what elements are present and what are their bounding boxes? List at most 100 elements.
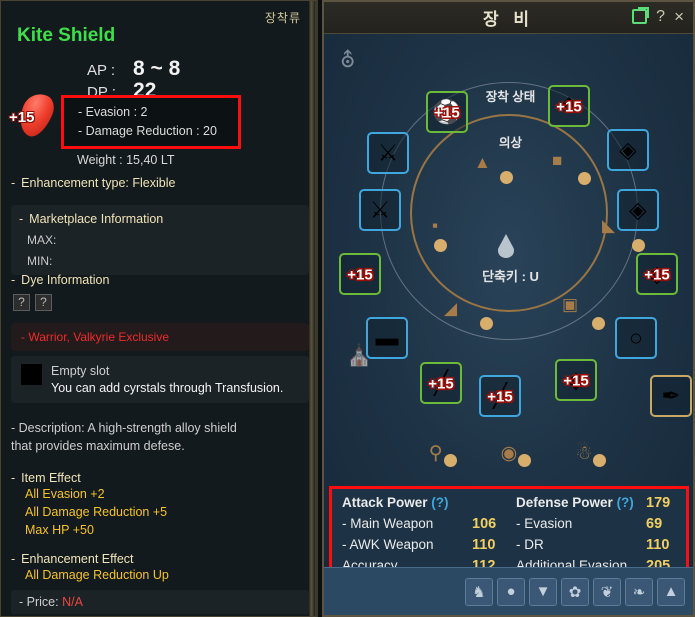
- equipment-window: 장 비 ? × 장착 상태 의상 ▲ ■ ▪ ◣ ◢ ▣ 단축키: U ⛢ ⛪…: [322, 0, 695, 617]
- sword-icon: ⚔: [377, 139, 399, 166]
- category-button-fairy[interactable]: ❦: [593, 577, 621, 606]
- slot-ring-two[interactable]: ◈ +15: [636, 253, 678, 295]
- crown-icon: ◈: [619, 136, 637, 163]
- stat-label: Additional Evasion: [516, 558, 628, 567]
- stats-annotation-box: Attack Power (?) - Main Weapon 106 - AWK…: [329, 486, 689, 567]
- slot-shield[interactable]: ◆ +15: [555, 359, 597, 401]
- slot-shoes[interactable]: ▪ +15: [339, 253, 381, 295]
- costume-dot: [434, 239, 447, 252]
- enhancement-effect-0: All Damage Reduction Up: [25, 568, 169, 582]
- slot-badge: +15: [434, 104, 460, 122]
- defense-power-column: Defense Power (?) 179 - Evasion 69 - DR …: [512, 495, 686, 567]
- enhancement-effect-header-row: - Enhancement Effect: [11, 552, 309, 566]
- costume-top-icon: ■: [552, 151, 563, 170]
- defense-help-icon[interactable]: (?): [617, 495, 634, 510]
- dye-header-row: - Dye Information: [11, 273, 309, 287]
- equipment-body: 장착 상태 의상 ▲ ■ ▪ ◣ ◢ ▣ 단축키 : U ⛢ ⛪ ⚽ +15 ❖ +…: [324, 34, 693, 567]
- lips-icon[interactable]: ☃: [575, 442, 607, 467]
- costume-dot: [480, 317, 493, 330]
- category-button-pet[interactable]: ✿: [561, 577, 589, 606]
- category-button-face[interactable]: ●: [497, 577, 525, 606]
- description-section: - Description: A high-strength alloy shi…: [11, 419, 309, 455]
- slot-ring-one[interactable]: ◈: [617, 189, 659, 231]
- empty-crystal-slot-icon[interactable]: [21, 364, 42, 385]
- close-icon[interactable]: ×: [674, 8, 684, 25]
- category-button-mount[interactable]: ♞: [465, 577, 493, 606]
- dye-section: - Dye Information ? ?: [11, 273, 309, 311]
- item-effect-header-row: - Item Effect: [11, 471, 309, 485]
- earrings-icon[interactable]: ⚲: [429, 442, 457, 467]
- attack-power-header: Attack Power (?): [342, 495, 512, 510]
- slot-gloves[interactable]: ❖ +15: [548, 85, 590, 127]
- description-line-1: - Description: A high-strength alloy shi…: [11, 421, 237, 435]
- price-label: - Price:: [19, 595, 59, 609]
- slot-sub-weapon[interactable]: ⚔: [359, 189, 401, 231]
- slot-badge: +15: [428, 375, 454, 393]
- stat-row-additional-evasion: Additional Evasion 205: [516, 558, 686, 567]
- help-icon[interactable]: ?: [656, 8, 665, 25]
- category-button-mask[interactable]: ▼: [529, 577, 557, 606]
- glasses-icon[interactable]: ◉: [501, 442, 532, 467]
- stat-label: - DR: [516, 537, 544, 552]
- stat-row-accuracy: Accuracy 112: [342, 558, 512, 567]
- accessory-icon-row: ⚲ ◉ ☃: [324, 442, 693, 467]
- accessory-dot: [593, 454, 607, 467]
- slot-tiara[interactable]: ◈: [607, 129, 649, 171]
- item-effect-header: Item Effect: [21, 471, 81, 485]
- enhancement-type-label: - Enhancement type: Flexible: [11, 176, 309, 190]
- stat-label: - Evasion: [516, 516, 573, 531]
- sword-icon: ⚔: [369, 196, 391, 223]
- costume-weapon-icon: ◣: [602, 216, 616, 235]
- category-button-beast[interactable]: ❧: [625, 577, 653, 606]
- costume-dot: [500, 171, 513, 184]
- costume-cape-icon: ▣: [562, 295, 579, 314]
- enhancement-effect-header: Enhancement Effect: [21, 552, 134, 566]
- defense-power-header: Defense Power (?): [516, 495, 646, 510]
- torch-icon: ✒: [661, 382, 681, 409]
- costume-dot: [578, 172, 591, 185]
- slot-helmet[interactable]: ⚽ +15: [426, 91, 468, 133]
- class-exclusive-text: - Warrior, Valkyrie Exclusive: [11, 323, 309, 351]
- item-icon: +15: [5, 88, 63, 143]
- defense-power-header-row: Defense Power (?) 179: [516, 495, 686, 516]
- enhancement-type-text: Enhancement type: Flexible: [21, 176, 176, 190]
- bullet-dash: -: [11, 273, 16, 287]
- stat-label: - AWK Weapon: [342, 537, 434, 552]
- slot-lightstone[interactable]: ✒: [650, 375, 692, 417]
- marketplace-header: Marketplace Information: [29, 212, 164, 226]
- slot-badge: +15: [487, 388, 513, 406]
- costume-gloves-icon: ◢: [444, 299, 458, 318]
- price-row: - Price: N/A: [11, 590, 309, 614]
- item-effect-2: Max HP +50: [25, 523, 94, 538]
- attack-help-icon[interactable]: (?): [431, 495, 448, 510]
- stat-row-dr: - DR 110: [516, 537, 686, 558]
- dye-slot-2[interactable]: ?: [35, 294, 52, 311]
- marketplace-box: - Marketplace Information MAX: MIN:: [11, 205, 309, 275]
- helmet-silhouette-icon: ⛢: [340, 49, 356, 72]
- external-link-icon[interactable]: [632, 7, 650, 24]
- screenshot-root: 장착류 Kite Shield +15 AP : 8 ~ 8 DP : 22 -…: [0, 0, 695, 617]
- ap-value: 8 ~ 8: [133, 57, 181, 80]
- dye-slot-1[interactable]: ?: [13, 294, 30, 311]
- accessory-dot: [443, 454, 457, 467]
- ap-row: AP : 8 ~ 8: [87, 57, 181, 80]
- slot-awakening[interactable]: ╱ +15: [420, 362, 462, 404]
- category-button-servant[interactable]: ▲: [657, 577, 685, 606]
- slot-main-weapon[interactable]: ⚔: [367, 132, 409, 174]
- stat-value: 205: [646, 558, 671, 567]
- slot-off-hand[interactable]: ╱ +15: [479, 375, 521, 417]
- marketplace-section: - Marketplace Information MAX: MIN:: [11, 205, 309, 275]
- attack-power-column: Attack Power (?) - Main Weapon 106 - AWK…: [332, 495, 512, 567]
- highlight-evasion: - Evasion : 2: [78, 105, 148, 119]
- crystal-box[interactable]: Empty slot You can add cyrstals through …: [11, 356, 309, 403]
- slot-belt[interactable]: ▬: [366, 317, 408, 359]
- stat-value: 69: [646, 516, 663, 532]
- defense-power-header-text: Defense Power: [516, 495, 613, 510]
- slot-necklace[interactable]: ○: [615, 317, 657, 359]
- marketplace-max: MAX:: [27, 233, 57, 247]
- enhancement-badge: +15: [9, 109, 35, 126]
- stat-value: 110: [472, 537, 496, 553]
- attack-power-header-text: Attack Power: [342, 495, 428, 510]
- attack-power-header-row: Attack Power (?): [342, 495, 512, 516]
- enhancement-effect-section: - Enhancement Effect All Damage Reduction…: [11, 552, 309, 584]
